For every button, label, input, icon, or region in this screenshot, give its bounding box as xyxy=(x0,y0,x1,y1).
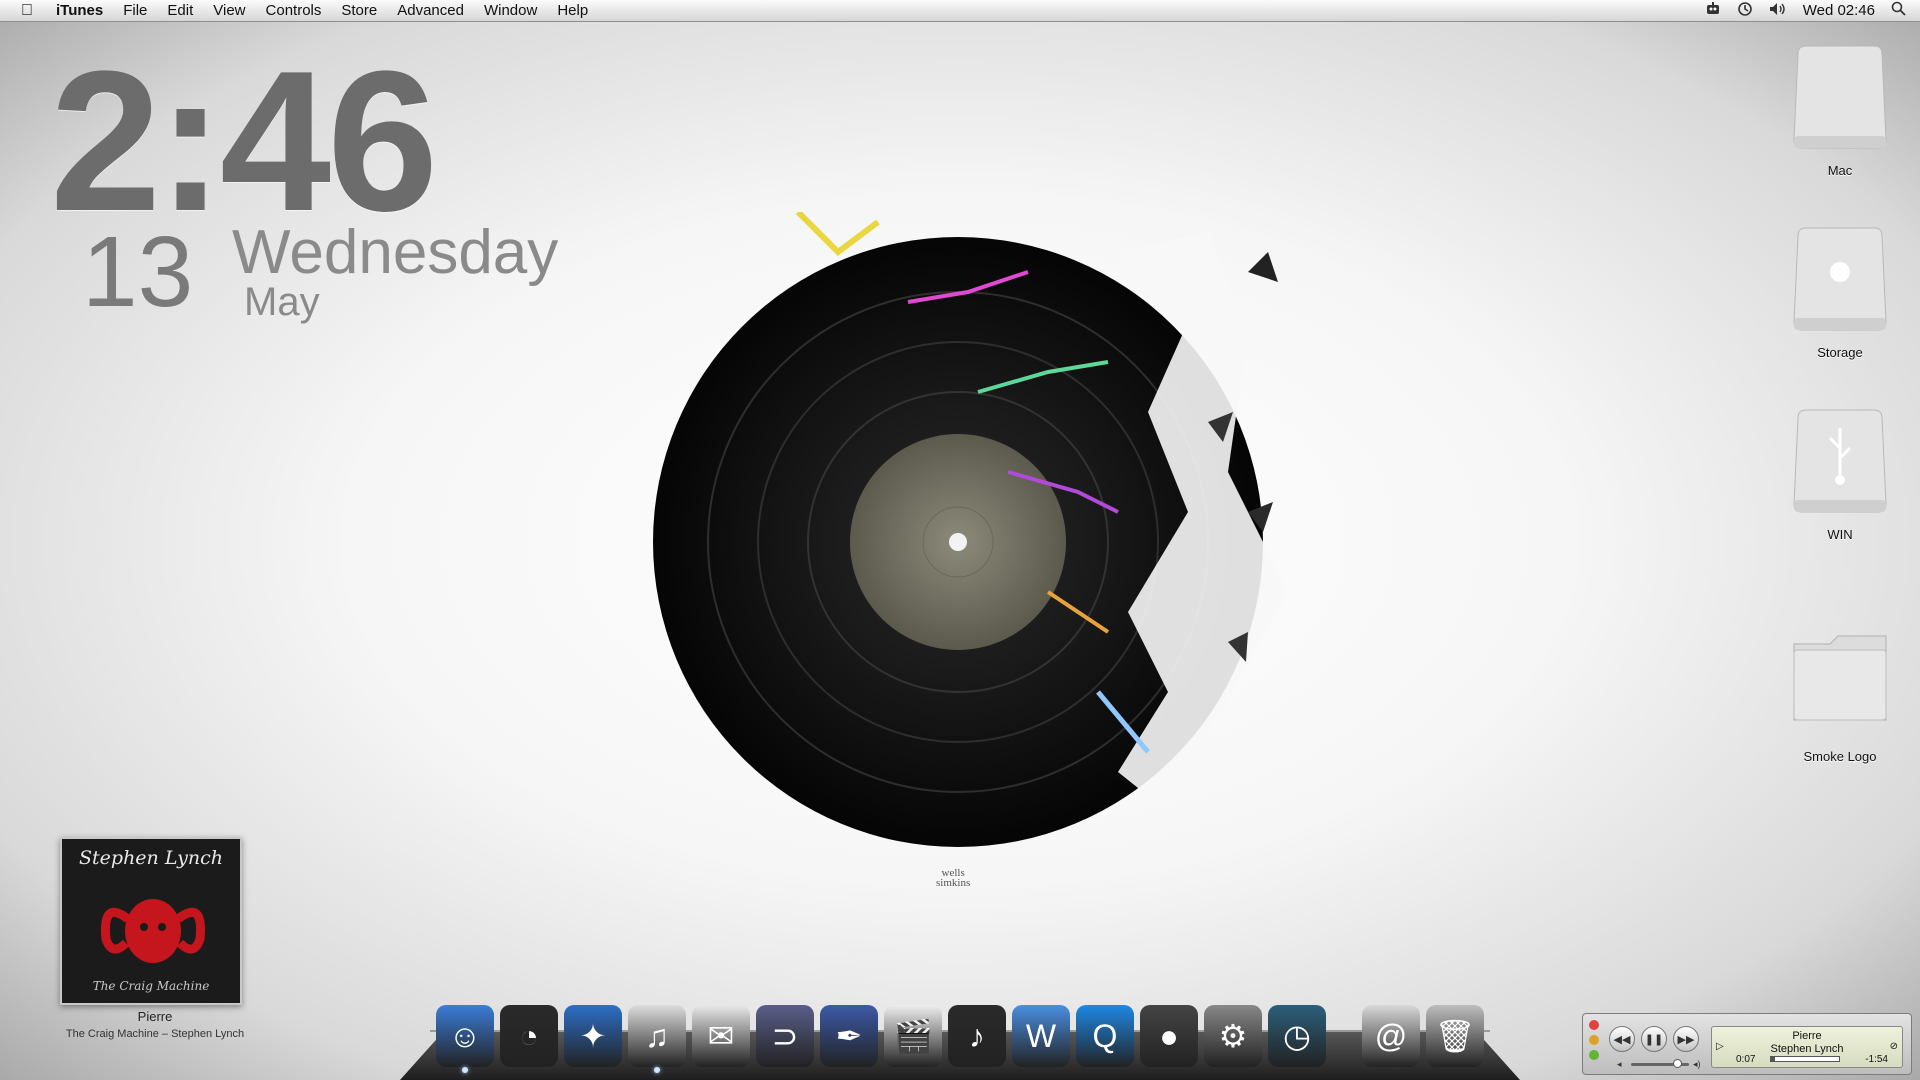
menu-controls[interactable]: Controls xyxy=(256,0,332,22)
menu-advanced[interactable]: Advanced xyxy=(387,0,474,22)
display-mode-icon[interactable]: ⊘ xyxy=(1890,1041,1898,1052)
dock-colors[interactable]: ● xyxy=(1140,1005,1198,1067)
garageband-icon: ♪ xyxy=(969,1017,985,1054)
dock-trash[interactable]: 🗑 xyxy=(1426,1005,1484,1067)
volume-low-icon: ◂ xyxy=(1617,1059,1622,1069)
clock-widget-time: 2:46 xyxy=(50,30,438,253)
quill-icon: ✒ xyxy=(835,1018,863,1054)
next-track-button[interactable]: ▶▶ xyxy=(1673,1026,1699,1052)
menu-bar-clock[interactable]: Wed 02:46 xyxy=(1803,2,1875,19)
dock-system-preferences[interactable]: ⚙ xyxy=(1204,1005,1262,1067)
mail-icon: ✉ xyxy=(707,1018,735,1054)
menu-file[interactable]: File xyxy=(113,0,157,22)
clock-widget-day-number: 13 xyxy=(82,216,194,328)
dock: ☺ ◔ ✦ ♫ ✉ ⊃ ✒ 🎬 ♪ W Q ● ⚙ ◷ @ 🗑 xyxy=(436,995,1490,1073)
menu-view[interactable]: View xyxy=(203,0,255,22)
dock-magnet[interactable]: ⊃ xyxy=(756,1005,814,1067)
dock-time-machine[interactable]: ◷ xyxy=(1268,1005,1326,1067)
album-art-title: The Craig Machine xyxy=(92,979,210,993)
wallpaper-credit-line2: simkins xyxy=(936,877,971,889)
search-icon[interactable] xyxy=(1891,1,1906,20)
robot-icon[interactable] xyxy=(1705,1,1721,20)
menu-window[interactable]: Window xyxy=(474,0,547,22)
volume-high-icon: ◂) xyxy=(1693,1059,1701,1069)
quicktime-icon: Q xyxy=(1092,1017,1118,1054)
now-playing-display: Pierre Stephen Lynch ▷ ⊘ 0:07 -1:54 xyxy=(1711,1026,1903,1068)
finder-icon: ☺ xyxy=(448,1017,482,1054)
volume-knob[interactable] xyxy=(1672,1059,1682,1068)
menu-app-itunes[interactable]: iTunes xyxy=(50,0,113,22)
desktop-icon-label: Smoke Logo xyxy=(1803,749,1877,764)
colors-icon: ● xyxy=(1159,1017,1179,1054)
elapsed-time: 0:07 xyxy=(1736,1054,1756,1065)
time-machine-icon: ◷ xyxy=(1283,1018,1311,1054)
hard-drive-icon xyxy=(1793,45,1887,149)
running-indicator xyxy=(654,1067,660,1073)
itunes-icon: ♫ xyxy=(645,1017,669,1054)
dock-garageband[interactable]: ♪ xyxy=(948,1005,1006,1067)
album-widget-track: Pierre xyxy=(137,1009,173,1024)
wallpaper-credit: wells simkins xyxy=(936,868,971,889)
mail-stack-icon: @ xyxy=(1374,1017,1408,1054)
dock-finder[interactable]: ☺ xyxy=(436,1005,494,1073)
previous-track-button[interactable]: ◀◀ xyxy=(1609,1026,1635,1052)
dock-itunes[interactable]: ♫ xyxy=(628,1005,686,1073)
clock-widget-weekday: Wednesday xyxy=(232,218,559,287)
menu-edit[interactable]: Edit xyxy=(157,0,203,22)
dock-quill[interactable]: ✒ xyxy=(820,1005,878,1067)
desktop-icon-label: Storage xyxy=(1817,345,1863,360)
rewind-icon: ◀◀ xyxy=(1613,1033,1631,1046)
zoom-button[interactable] xyxy=(1589,1050,1599,1060)
trash-icon: 🗑 xyxy=(1434,1018,1476,1054)
fast-forward-icon: ▶▶ xyxy=(1677,1033,1695,1046)
menu-help[interactable]: Help xyxy=(547,0,598,22)
play-indicator-icon: ▷ xyxy=(1716,1041,1724,1052)
desktop-icon-smoke-logo[interactable]: Smoke Logo xyxy=(1780,630,1900,764)
dock-mail[interactable]: ✉ xyxy=(692,1005,750,1067)
play-pause-button[interactable]: ❚❚ xyxy=(1641,1026,1667,1052)
running-indicator xyxy=(462,1067,468,1073)
desktop-icon-win[interactable]: WIN xyxy=(1780,408,1900,542)
remaining-time: -1:54 xyxy=(1865,1054,1888,1065)
apple-menu-icon[interactable]:  xyxy=(16,2,38,20)
album-widget-subtitle: The Craig Machine – Stephen Lynch xyxy=(65,1028,245,1040)
folder-icon xyxy=(1793,635,1887,721)
final-cut-icon: 🎬 xyxy=(893,1018,933,1054)
dock-safari[interactable]: ✦ xyxy=(564,1005,622,1067)
pause-icon: ❚❚ xyxy=(1644,1033,1664,1046)
close-button[interactable] xyxy=(1589,1020,1599,1030)
volume-icon[interactable] xyxy=(1769,2,1787,20)
volume-slider[interactable]: ◂ ◂) xyxy=(1617,1058,1703,1070)
usb-drive-icon xyxy=(1793,409,1887,513)
desktop-icon-label: WIN xyxy=(1827,527,1853,542)
dock-dashboard[interactable]: ◔ xyxy=(500,1005,558,1067)
time-machine-icon[interactable] xyxy=(1737,1,1753,21)
desktop-icon-label: Mac xyxy=(1827,163,1853,178)
magnet-icon: ⊃ xyxy=(771,1018,799,1054)
menu-bar-status-area: Wed 02:46 xyxy=(1689,1,1920,21)
safari-icon: ✦ xyxy=(579,1018,607,1054)
menu-bar:  iTunes File Edit View Controls Store A… xyxy=(0,0,1920,22)
vinyl-record-wallpaper xyxy=(653,212,1288,847)
clock-widget-month: May xyxy=(244,280,320,324)
dock-iwork[interactable]: W xyxy=(1012,1005,1070,1067)
progress-bar-fill xyxy=(1771,1057,1776,1061)
desktop-icon-mac[interactable]: Mac xyxy=(1780,44,1900,178)
dock-mail-stack[interactable]: @ xyxy=(1362,1005,1420,1067)
apple-drive-icon xyxy=(1793,227,1887,331)
iwork-icon: W xyxy=(1025,1017,1057,1054)
album-art-widget[interactable]: Stephen Lynch The Craig Machine xyxy=(60,837,242,1005)
dock-quicktime[interactable]: Q xyxy=(1076,1005,1134,1067)
menu-store[interactable]: Store xyxy=(331,0,387,22)
dashboard-icon: ◔ xyxy=(519,1017,539,1054)
system-preferences-icon: ⚙ xyxy=(1218,1018,1248,1054)
itunes-mini-player: ◀◀ ❚❚ ▶▶ ◂ ◂) Pierre Stephen Lynch ▷ ⊘ 0… xyxy=(1582,1013,1912,1075)
minimize-button[interactable] xyxy=(1589,1035,1599,1045)
progress-bar[interactable] xyxy=(1770,1056,1840,1062)
mini-player-track: Pierre xyxy=(1792,1030,1822,1042)
dock-final-cut[interactable]: 🎬 xyxy=(884,1005,942,1067)
desktop-icon-storage[interactable]: Storage xyxy=(1780,226,1900,360)
